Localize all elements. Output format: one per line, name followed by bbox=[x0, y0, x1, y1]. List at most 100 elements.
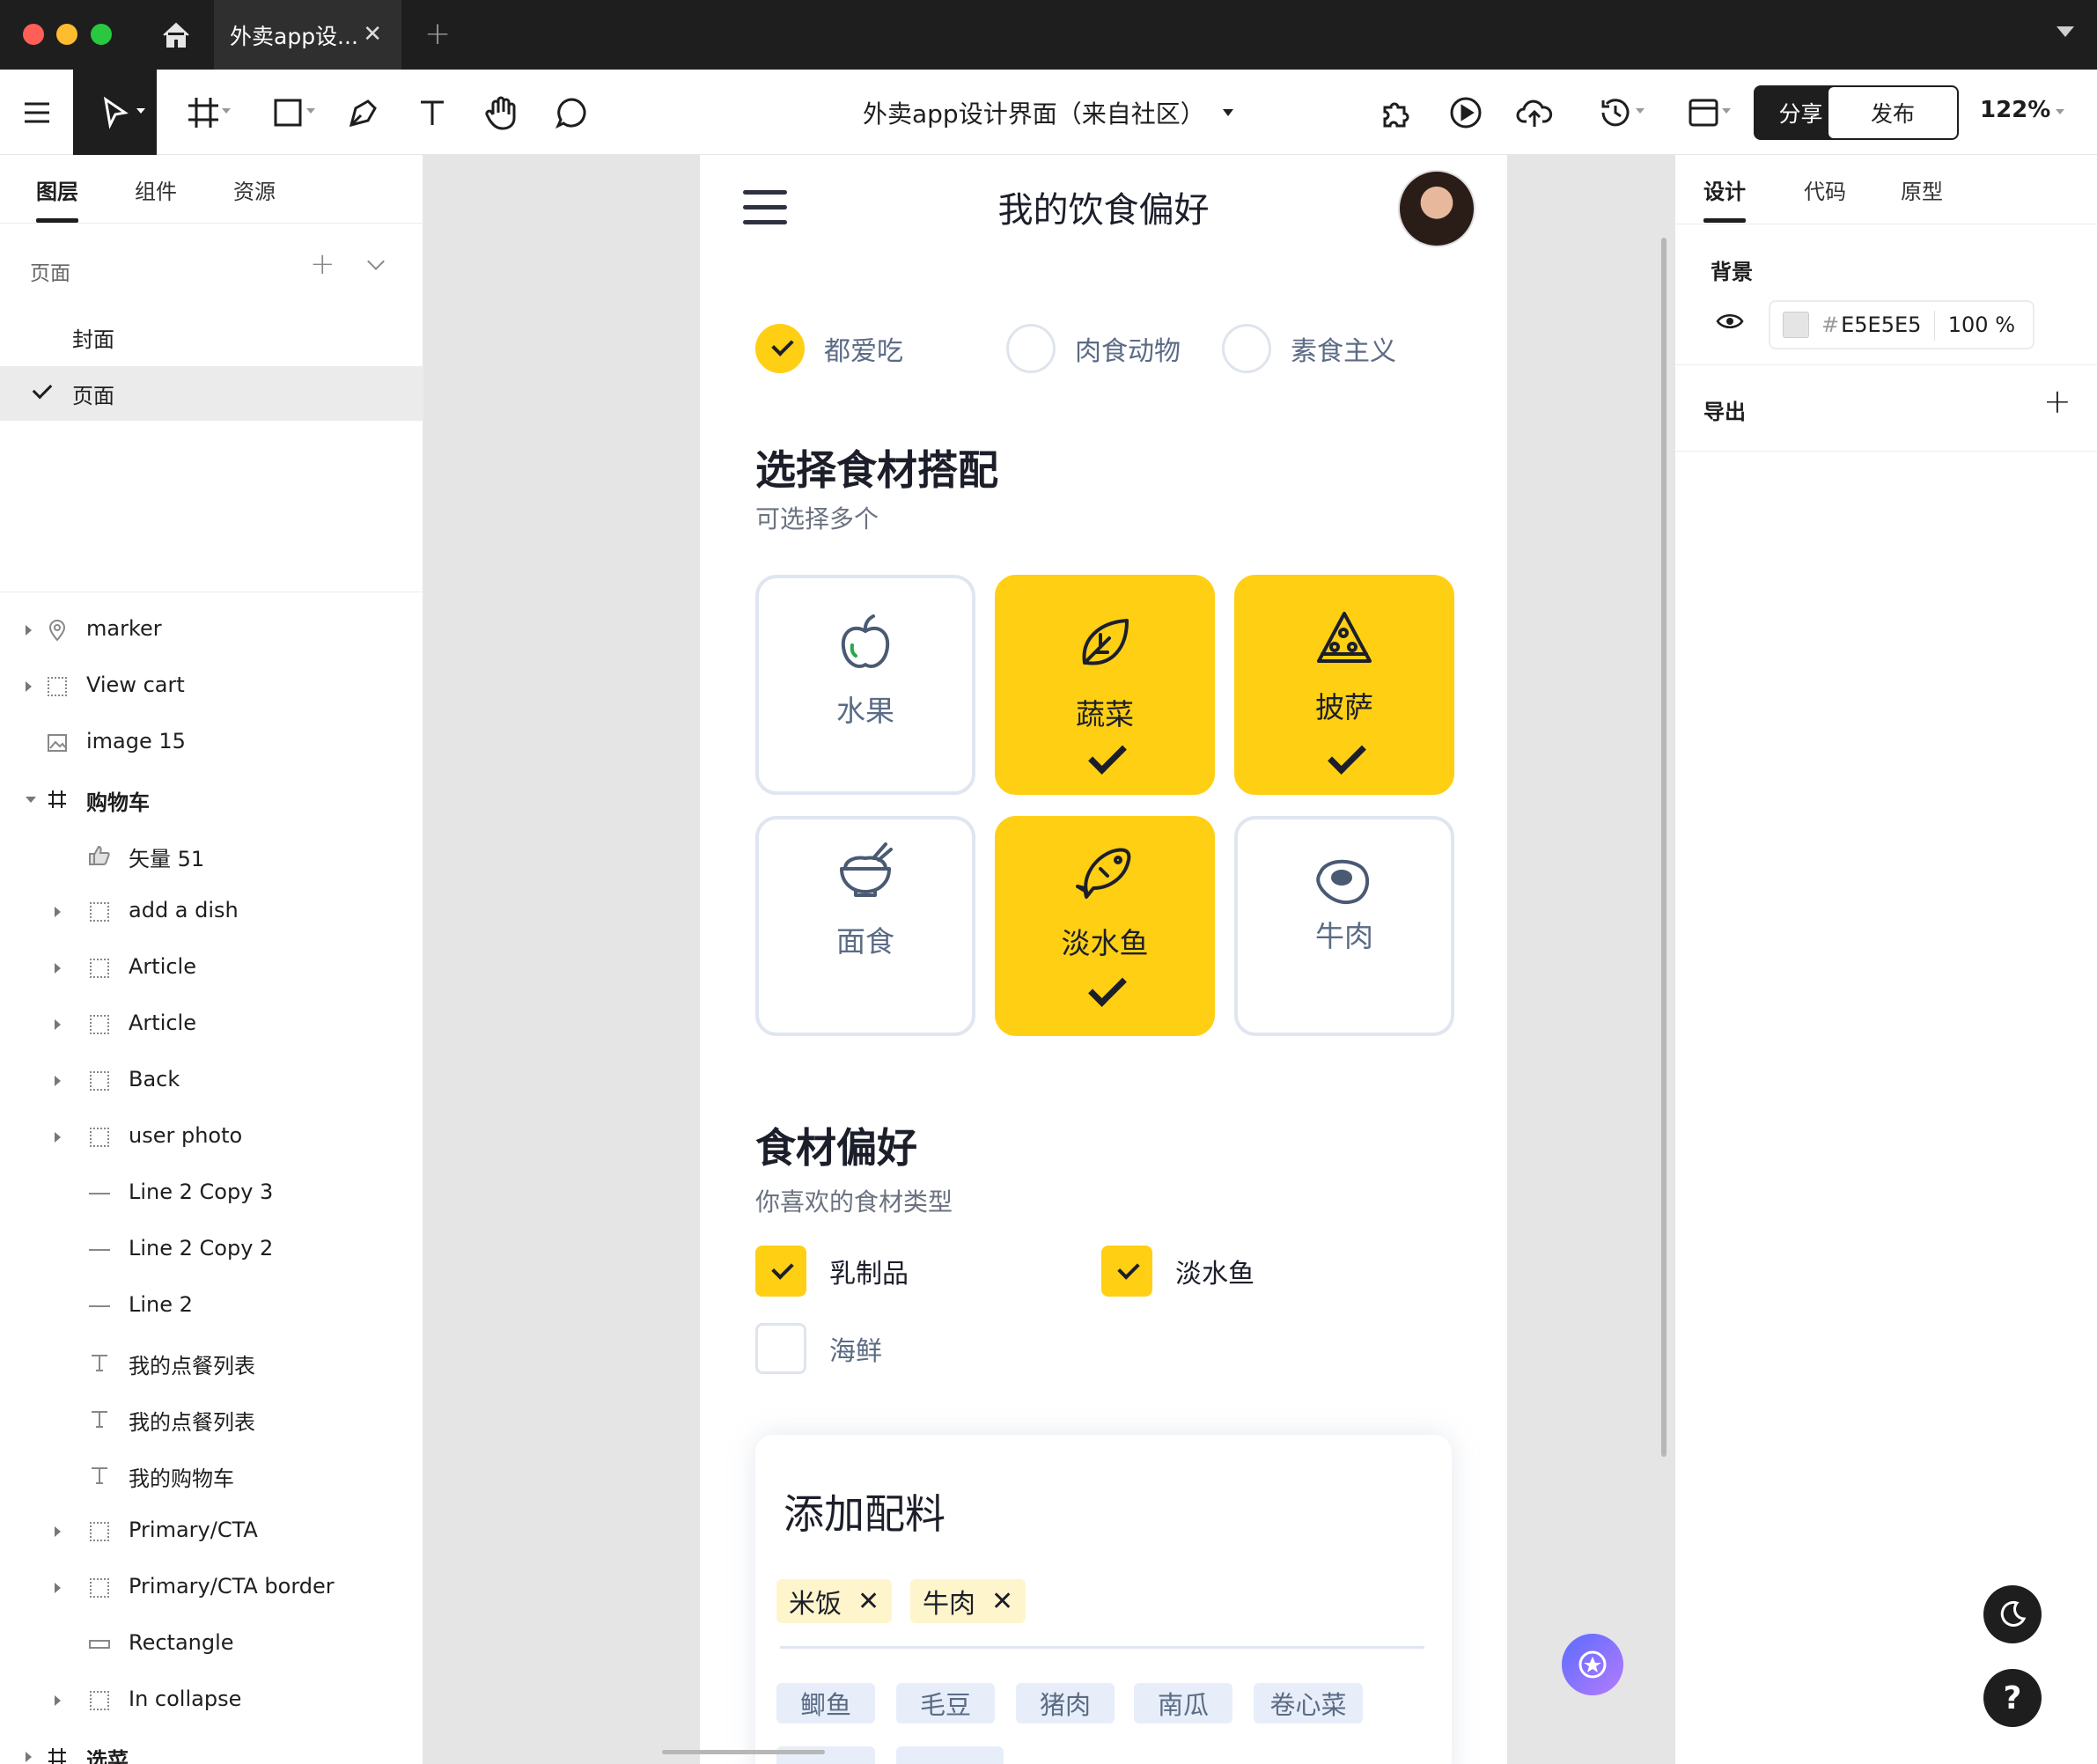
layer-row[interactable]: image 15 bbox=[0, 715, 423, 771]
zoom-level[interactable]: 122% bbox=[1980, 97, 2050, 123]
topping-option[interactable]: 毛豆 bbox=[896, 1683, 995, 1724]
text-tool[interactable] bbox=[410, 70, 454, 155]
phone-frame[interactable]: 我的饮食偏好 都爱吃 肉食动物 素食主义 选择食材搭配 可选择多个 水果 蔬菜 … bbox=[700, 155, 1507, 1764]
chevron-right-icon[interactable] bbox=[26, 625, 32, 636]
ingredient-tile-vegetable[interactable]: 蔬菜 bbox=[995, 575, 1215, 795]
ingredient-tile-fruit[interactable]: 水果 bbox=[755, 575, 975, 795]
home-icon[interactable] bbox=[158, 18, 194, 53]
tab-design[interactable]: 设计 bbox=[1703, 174, 1746, 205]
hand-tool[interactable] bbox=[479, 70, 523, 155]
opacity-value[interactable]: 100 % bbox=[1948, 312, 2015, 337]
tab-close-icon[interactable]: ✕ bbox=[363, 21, 382, 48]
layer-row[interactable]: View cart bbox=[0, 658, 423, 715]
chevron-right-icon[interactable] bbox=[26, 1752, 32, 1762]
topping-option[interactable]: 南瓜 bbox=[1134, 1683, 1232, 1724]
moon-icon[interactable] bbox=[1983, 1585, 2042, 1643]
document-tab[interactable]: 外卖app设... ✕ bbox=[214, 0, 401, 70]
chevron-right-icon[interactable] bbox=[55, 1019, 61, 1030]
layer-row[interactable]: 选菜 bbox=[0, 1729, 423, 1764]
selected-chip[interactable]: 牛肉 ✕ bbox=[910, 1579, 1026, 1623]
tab-layers[interactable]: 图层 bbox=[36, 174, 78, 205]
selected-chip[interactable]: 米饭 ✕ bbox=[776, 1579, 893, 1623]
ingredient-tile-freshwater-fish[interactable]: 淡水鱼 bbox=[995, 816, 1215, 1036]
chevron-right-icon[interactable] bbox=[55, 1583, 61, 1593]
topping-option[interactable]: 卷心菜 bbox=[1254, 1683, 1363, 1724]
tab-prototype[interactable]: 原型 bbox=[1901, 174, 1943, 205]
ingredient-tile-pizza[interactable]: 披萨 bbox=[1234, 575, 1454, 795]
chevron-down-icon[interactable] bbox=[2057, 26, 2074, 37]
pref-checkbox-freshwater-fish[interactable]: 淡水鱼 bbox=[1101, 1246, 1255, 1297]
star-assistant-icon[interactable] bbox=[1562, 1634, 1623, 1695]
layer-row[interactable]: Line 2 bbox=[0, 1278, 423, 1334]
chevron-down-icon[interactable] bbox=[367, 253, 385, 270]
publish-button[interactable]: 发布 bbox=[1827, 85, 1959, 140]
horizontal-scrollbar[interactable] bbox=[662, 1750, 825, 1754]
frame-tool[interactable] bbox=[173, 70, 234, 155]
play-icon[interactable] bbox=[1444, 70, 1488, 155]
layer-row[interactable]: 我的点餐列表 bbox=[0, 1391, 423, 1447]
chevron-right-icon[interactable] bbox=[55, 1695, 61, 1706]
chevron-right-icon[interactable] bbox=[55, 963, 61, 974]
layer-row[interactable]: 购物车 bbox=[0, 771, 423, 827]
layer-row[interactable]: marker bbox=[0, 602, 423, 658]
chevron-down-icon[interactable] bbox=[26, 797, 36, 803]
chip-remove-icon[interactable]: ✕ bbox=[857, 1586, 879, 1617]
layer-row[interactable]: Primary/CTA bbox=[0, 1503, 423, 1560]
rectangle-tool[interactable] bbox=[257, 70, 319, 155]
chevron-right-icon[interactable] bbox=[55, 1132, 61, 1143]
upload-icon[interactable] bbox=[1512, 70, 1556, 155]
tab-assets[interactable]: 资源 bbox=[233, 174, 276, 205]
color-swatch[interactable] bbox=[1783, 312, 1809, 338]
page-item-page[interactable]: 页面 bbox=[0, 366, 423, 421]
pref-checkbox-seafood[interactable]: 海鲜 bbox=[755, 1323, 882, 1374]
chip-remove-icon[interactable]: ✕ bbox=[991, 1586, 1013, 1617]
vertical-scrollbar[interactable] bbox=[1661, 238, 1667, 1457]
chevron-right-icon[interactable] bbox=[55, 907, 61, 917]
topping-option[interactable]: 鲫鱼 bbox=[776, 1683, 875, 1724]
close-window-button[interactable] bbox=[23, 24, 44, 45]
layer-row[interactable]: Line 2 Copy 3 bbox=[0, 1165, 423, 1222]
layer-row[interactable]: Back bbox=[0, 1053, 423, 1109]
ingredient-tile-beef[interactable]: 牛肉 bbox=[1234, 816, 1454, 1036]
layer-row[interactable]: Article bbox=[0, 940, 423, 996]
color-hex-value[interactable]: E5E5E5 bbox=[1841, 312, 1921, 337]
move-tool[interactable] bbox=[73, 70, 157, 155]
topping-option-partial[interactable] bbox=[776, 1746, 875, 1764]
comment-tool[interactable] bbox=[549, 70, 593, 155]
layer-row[interactable]: 我的购物车 bbox=[0, 1447, 423, 1503]
tab-components[interactable]: 组件 bbox=[135, 174, 177, 205]
layer-row[interactable]: 我的点餐列表 bbox=[0, 1334, 423, 1391]
plugin-icon[interactable] bbox=[1373, 70, 1417, 155]
topping-option-partial[interactable] bbox=[896, 1746, 1004, 1764]
diet-option-carnivore[interactable]: 肉食动物 bbox=[1006, 324, 1181, 373]
background-color-field[interactable]: # E5E5E5 100 % bbox=[1769, 300, 2034, 349]
avatar[interactable] bbox=[1398, 170, 1475, 247]
layer-row[interactable]: 矢量 51 bbox=[0, 827, 423, 884]
tab-code[interactable]: 代码 bbox=[1804, 174, 1846, 205]
layer-row[interactable]: In collapse bbox=[0, 1672, 423, 1729]
history-icon[interactable] bbox=[1585, 70, 1646, 155]
layer-row[interactable]: Article bbox=[0, 996, 423, 1053]
chevron-right-icon[interactable] bbox=[26, 681, 32, 692]
ingredient-tile-noodles[interactable]: 面食 bbox=[755, 816, 975, 1036]
chevron-right-icon[interactable] bbox=[55, 1076, 61, 1086]
menu-icon[interactable] bbox=[16, 70, 58, 155]
add-export-button[interactable]: + bbox=[2043, 382, 2071, 421]
layer-row[interactable]: Rectangle bbox=[0, 1616, 423, 1672]
maximize-window-button[interactable] bbox=[91, 24, 112, 45]
document-title[interactable]: 外卖app设计界面（来自社区） bbox=[863, 70, 1233, 155]
chevron-right-icon[interactable] bbox=[55, 1526, 61, 1537]
eye-icon[interactable] bbox=[1716, 312, 1744, 334]
help-button[interactable]: ? bbox=[1983, 1669, 2042, 1727]
page-item-cover[interactable]: 封面 bbox=[0, 310, 423, 364]
layer-row[interactable]: user photo bbox=[0, 1109, 423, 1165]
layer-row[interactable]: add a dish bbox=[0, 884, 423, 940]
topping-option[interactable]: 猪肉 bbox=[1016, 1683, 1115, 1724]
new-tab-button[interactable]: + bbox=[424, 16, 451, 52]
layer-row[interactable]: Line 2 Copy 2 bbox=[0, 1222, 423, 1278]
pref-checkbox-dairy[interactable]: 乳制品 bbox=[755, 1246, 909, 1297]
add-page-button[interactable]: + bbox=[310, 246, 335, 282]
minimize-window-button[interactable] bbox=[56, 24, 77, 45]
layout-icon[interactable] bbox=[1673, 70, 1734, 155]
diet-option-vegetarian[interactable]: 素食主义 bbox=[1222, 324, 1396, 373]
